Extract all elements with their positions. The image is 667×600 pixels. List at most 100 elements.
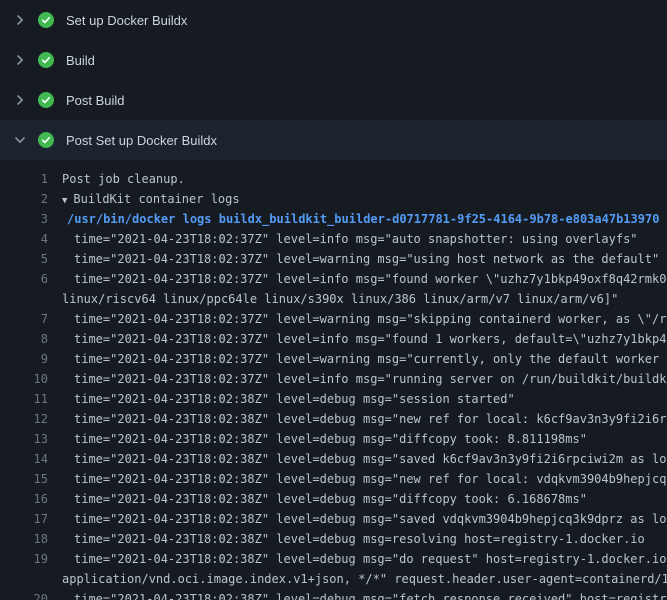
step-title: Post Set up Docker Buildx (66, 133, 217, 148)
log-line-text: time="2021-04-23T18:02:38Z" level=debug … (62, 509, 667, 529)
log-line-number[interactable] (0, 289, 48, 309)
log-line-text-content: time="2021-04-23T18:02:38Z" level=debug … (74, 452, 667, 466)
log-line: 5 time="2021-04-23T18:02:37Z" level=warn… (0, 249, 667, 269)
log-line-text: time="2021-04-23T18:02:37Z" level=info m… (62, 329, 667, 349)
log-line-number[interactable]: 20 (0, 589, 48, 600)
chevron-right-icon[interactable] (12, 52, 28, 68)
log-line-text-content: time="2021-04-23T18:02:37Z" level=info m… (74, 372, 667, 386)
chevron-right-icon[interactable] (12, 12, 28, 28)
log-line-number[interactable]: 9 (0, 349, 48, 369)
step-title: Set up Docker Buildx (66, 13, 187, 28)
log-line-number[interactable]: 4 (0, 229, 48, 249)
log-line-text-content: time="2021-04-23T18:02:37Z" level=info m… (74, 232, 638, 246)
log-line-number[interactable]: 10 (0, 369, 48, 389)
log-line-number[interactable]: 15 (0, 469, 48, 489)
log-line-number[interactable]: 6 (0, 269, 48, 289)
log-line: 16 time="2021-04-23T18:02:38Z" level=deb… (0, 489, 667, 509)
steps-list: Set up Docker Buildx Build P (0, 0, 667, 160)
log-line-text-content: time="2021-04-23T18:02:37Z" level=info m… (74, 332, 667, 346)
log-line: 12 time="2021-04-23T18:02:38Z" level=deb… (0, 409, 667, 429)
log-line-text-content: time="2021-04-23T18:02:38Z" level=debug … (74, 432, 587, 446)
log-line-text: linux/riscv64 linux/ppc64le linux/s390x … (62, 289, 618, 309)
log-line-number[interactable]: 11 (0, 389, 48, 409)
log-line-number[interactable]: 3 (0, 209, 48, 229)
log-line-text: time="2021-04-23T18:02:37Z" level=info m… (62, 229, 638, 249)
log-line: 4 time="2021-04-23T18:02:37Z" level=info… (0, 229, 667, 249)
log-line-text: application/vnd.oci.image.index.v1+json,… (62, 569, 667, 589)
check-circle-icon (38, 12, 54, 28)
log-line-text: time="2021-04-23T18:02:37Z" level=info m… (62, 369, 667, 389)
log-line-number[interactable]: 12 (0, 409, 48, 429)
step-title: Post Build (66, 93, 125, 108)
log-line-text: time="2021-04-23T18:02:38Z" level=debug … (62, 529, 645, 549)
log-line: 15 time="2021-04-23T18:02:38Z" level=deb… (0, 469, 667, 489)
log-line-text-content: /usr/bin/docker logs buildx_buildkit_bui… (67, 212, 659, 226)
log-line: 10 time="2021-04-23T18:02:37Z" level=inf… (0, 369, 667, 389)
log-line-text: time="2021-04-23T18:02:37Z" level=warnin… (62, 249, 659, 269)
log-line-text-content: time="2021-04-23T18:02:38Z" level=debug … (74, 512, 667, 526)
log-line-number[interactable]: 17 (0, 509, 48, 529)
group-caret-icon[interactable]: ▼ (62, 196, 67, 206)
log-line: 19 time="2021-04-23T18:02:38Z" level=deb… (0, 549, 667, 569)
workflow-log-viewer: Set up Docker Buildx Build P (0, 0, 667, 600)
log-line-number[interactable]: 1 (0, 169, 48, 189)
log-line-text-content: time="2021-04-23T18:02:37Z" level=info m… (74, 272, 667, 286)
log-line-number[interactable]: 2 (0, 189, 48, 209)
log-line-text: time="2021-04-23T18:02:38Z" level=debug … (62, 549, 667, 569)
log-line-number[interactable]: 5 (0, 249, 48, 269)
log-line-text-content: time="2021-04-23T18:02:38Z" level=debug … (74, 552, 667, 566)
log-line-text: time="2021-04-23T18:02:38Z" level=debug … (62, 429, 587, 449)
log-line: 6 time="2021-04-23T18:02:37Z" level=info… (0, 269, 667, 289)
log-line: 14 time="2021-04-23T18:02:38Z" level=deb… (0, 449, 667, 469)
log-line-number[interactable] (0, 569, 48, 589)
log-line-text: time="2021-04-23T18:02:38Z" level=debug … (62, 489, 587, 509)
log-line-number[interactable]: 18 (0, 529, 48, 549)
step-header-build[interactable]: Build (0, 40, 667, 80)
step-header-set-up-docker-buildx[interactable]: Set up Docker Buildx (0, 0, 667, 40)
log-line-text-content: Post job cleanup. (62, 172, 185, 186)
log-line-text-content: time="2021-04-23T18:02:38Z" level=debug … (74, 532, 645, 546)
log-line: 1 Post job cleanup. (0, 169, 667, 189)
log-line: 11 time="2021-04-23T18:02:38Z" level=deb… (0, 389, 667, 409)
log-line: 20 time="2021-04-23T18:02:38Z" level=deb… (0, 589, 667, 600)
log-line-text: time="2021-04-23T18:02:37Z" level=warnin… (62, 309, 667, 329)
log-line-number[interactable]: 7 (0, 309, 48, 329)
log-line-text: time="2021-04-23T18:02:38Z" level=debug … (62, 449, 667, 469)
log-line-text: ▼ BuildKit container logs (62, 189, 240, 209)
step-header-post-set-up-docker-buildx[interactable]: Post Set up Docker Buildx (0, 120, 667, 160)
log-line-text-content: time="2021-04-23T18:02:38Z" level=debug … (74, 392, 515, 406)
check-circle-icon (38, 92, 54, 108)
log-line-text-content: linux/riscv64 linux/ppc64le linux/s390x … (62, 292, 618, 306)
log-line-number[interactable]: 13 (0, 429, 48, 449)
log-line-text: time="2021-04-23T18:02:38Z" level=debug … (62, 589, 667, 600)
log-line: application/vnd.oci.image.index.v1+json,… (0, 569, 667, 589)
log-line-text: /usr/bin/docker logs buildx_buildkit_bui… (62, 209, 659, 229)
chevron-right-icon[interactable] (12, 132, 28, 148)
check-circle-icon (38, 132, 54, 148)
log-line-text-content: BuildKit container logs (73, 192, 239, 206)
log-line-number[interactable]: 8 (0, 329, 48, 349)
log-line-text-content: time="2021-04-23T18:02:38Z" level=debug … (74, 492, 587, 506)
log-line: 2 ▼ BuildKit container logs (0, 189, 667, 209)
log-line: 9 time="2021-04-23T18:02:37Z" level=warn… (0, 349, 667, 369)
log-line-text: Post job cleanup. (62, 169, 185, 189)
log-line-text-content: time="2021-04-23T18:02:37Z" level=warnin… (74, 352, 667, 366)
log-line-number[interactable]: 14 (0, 449, 48, 469)
log-line-text: time="2021-04-23T18:02:38Z" level=debug … (62, 469, 667, 489)
log-line-text-content: time="2021-04-23T18:02:38Z" level=debug … (74, 412, 667, 426)
log-line: 18 time="2021-04-23T18:02:38Z" level=deb… (0, 529, 667, 549)
chevron-right-icon[interactable] (12, 92, 28, 108)
step-title: Build (66, 53, 95, 68)
log-line: 13 time="2021-04-23T18:02:38Z" level=deb… (0, 429, 667, 449)
log-line-text-content: application/vnd.oci.image.index.v1+json,… (62, 572, 667, 586)
log-line-text: time="2021-04-23T18:02:38Z" level=debug … (62, 389, 515, 409)
log-line-number[interactable]: 16 (0, 489, 48, 509)
log-line-number[interactable]: 19 (0, 549, 48, 569)
log-line: 3 /usr/bin/docker logs buildx_buildkit_b… (0, 209, 667, 229)
log-line: 8 time="2021-04-23T18:02:37Z" level=info… (0, 329, 667, 349)
log-line-text-content: time="2021-04-23T18:02:37Z" level=warnin… (74, 312, 667, 326)
log-line-text-content: time="2021-04-23T18:02:38Z" level=debug … (74, 592, 667, 600)
log-line-text: time="2021-04-23T18:02:37Z" level=info m… (62, 269, 667, 289)
step-header-post-build[interactable]: Post Build (0, 80, 667, 120)
check-circle-icon (38, 52, 54, 68)
